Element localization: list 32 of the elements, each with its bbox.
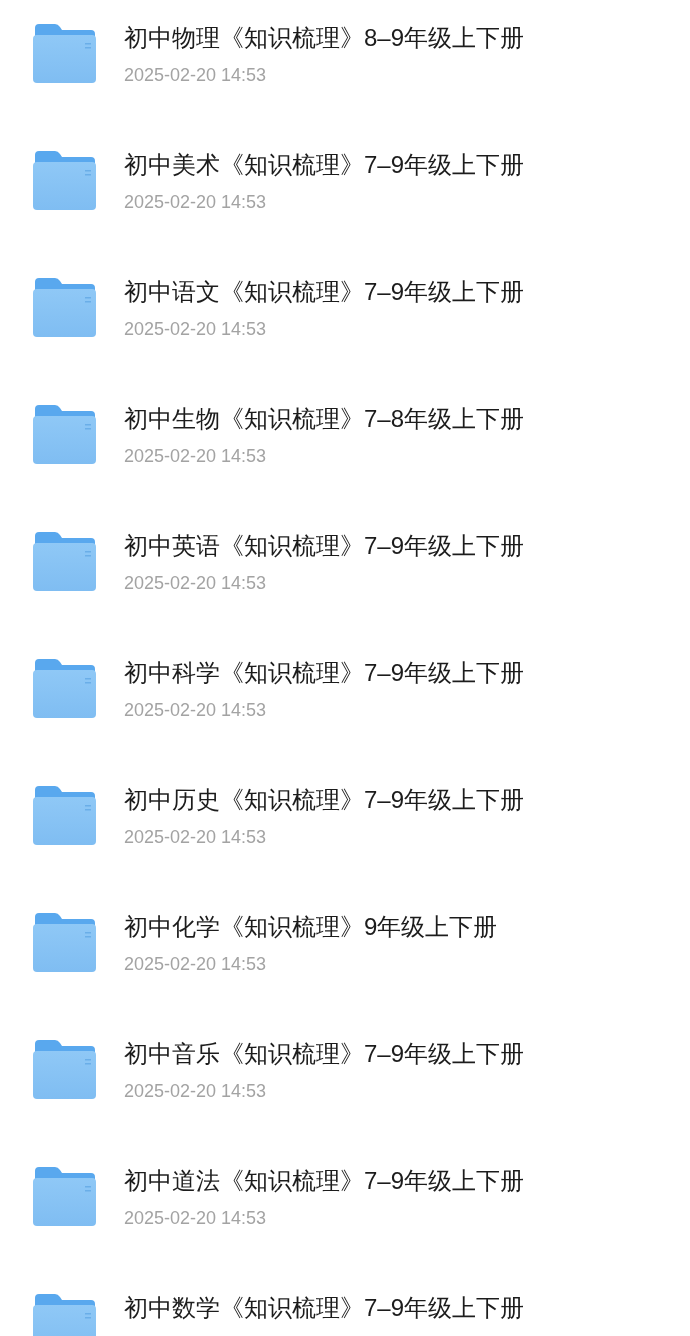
file-date: 2025-02-20 14:53	[124, 191, 268, 214]
folder-icon	[33, 1294, 96, 1336]
file-date: 2025-02-20 14:53	[124, 1207, 268, 1230]
folder-icon	[33, 151, 96, 210]
file-name[interactable]: 初中音乐《知识梳理》7–9年级上下册	[124, 1039, 525, 1069]
folder-icon	[33, 1040, 96, 1099]
file-date: 2025-02-20 14:53	[124, 572, 268, 595]
file-name[interactable]: 初中道法《知识梳理》7–9年级上下册	[124, 1166, 525, 1196]
file-name[interactable]: 初中生物《知识梳理》7–8年级上下册	[124, 404, 525, 434]
file-name[interactable]: 初中物理《知识梳理》8–9年级上下册	[124, 23, 525, 53]
file-name[interactable]: 初中数学《知识梳理》7–9年级上下册	[124, 1293, 525, 1323]
file-date: 2025-02-20 14:53	[124, 699, 268, 722]
folder-icon	[33, 278, 96, 337]
folder-icon	[33, 913, 96, 972]
file-name[interactable]: 初中历史《知识梳理》7–9年级上下册	[124, 785, 525, 815]
file-date: 2025-02-20 14:53	[124, 445, 268, 468]
file-date: 2025-02-20 14:53	[124, 64, 268, 87]
folder-icon	[33, 532, 96, 591]
folder-icon	[33, 1167, 96, 1226]
file-date: 2025-02-20 14:53	[124, 826, 268, 849]
file-name[interactable]: 初中语文《知识梳理》7–9年级上下册	[124, 277, 525, 307]
file-date: 2025-02-20 14:53	[124, 1080, 268, 1103]
folder-icon	[33, 24, 96, 83]
folder-icon	[33, 405, 96, 464]
folder-icon	[33, 659, 96, 718]
file-name[interactable]: 初中美术《知识梳理》7–9年级上下册	[124, 150, 525, 180]
file-name[interactable]: 初中科学《知识梳理》7–9年级上下册	[124, 658, 525, 688]
file-name[interactable]: 初中英语《知识梳理》7–9年级上下册	[124, 531, 525, 561]
folder-icon	[33, 786, 96, 845]
file-date: 2025-02-20 14:53	[124, 953, 268, 976]
file-name[interactable]: 初中化学《知识梳理》9年级上下册	[124, 912, 498, 942]
file-date: 2025-02-20 14:53	[124, 318, 268, 341]
